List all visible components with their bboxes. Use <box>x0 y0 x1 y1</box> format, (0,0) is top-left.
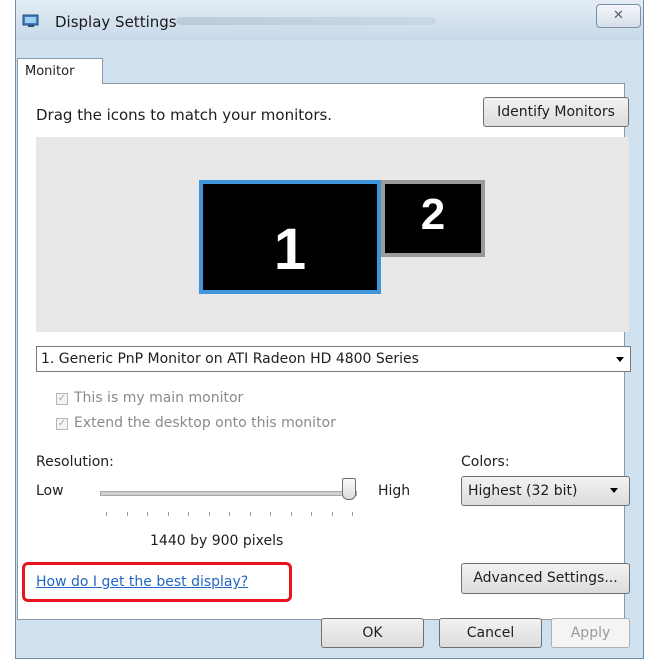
window-title: Display Settings <box>55 13 177 31</box>
display-settings-icon <box>22 14 39 27</box>
slider-tick <box>352 512 353 516</box>
monitor-select-value: 1. Generic PnP Monitor on ATI Radeon HD … <box>41 351 419 367</box>
slider-tick <box>147 512 148 516</box>
screenshot-frame: Display Settings ✕ Monitor Drag the icon… <box>0 0 653 661</box>
resolution-label: Resolution: <box>36 454 114 470</box>
highlight-box <box>22 562 292 602</box>
extend-desktop-label: Extend the desktop onto this monitor <box>74 415 336 431</box>
slider-tick <box>331 512 333 516</box>
monitor-select[interactable]: 1. Generic PnP Monitor on ATI Radeon HD … <box>36 346 631 372</box>
resolution-slider-track[interactable] <box>100 491 357 496</box>
resolution-slider-thumb[interactable] <box>342 478 356 500</box>
tab-monitor[interactable]: Monitor <box>17 58 103 84</box>
resolution-low-label: Low <box>36 483 64 499</box>
monitor-2-icon[interactable]: 2 <box>381 180 485 257</box>
close-button[interactable]: ✕ <box>596 4 641 28</box>
tab-monitor-label: Monitor <box>25 64 75 79</box>
slider-tick <box>188 512 189 516</box>
chevron-down-icon <box>616 357 624 362</box>
slider-tick <box>208 512 210 516</box>
colors-label: Colors: <box>461 454 510 470</box>
identify-monitors-button[interactable]: Identify Monitors <box>483 97 629 127</box>
colors-select-value: Highest (32 bit) <box>468 483 578 499</box>
main-monitor-label: This is my main monitor <box>74 390 244 406</box>
slider-tick <box>126 512 128 516</box>
slider-tick <box>311 512 312 516</box>
apply-button[interactable]: Apply <box>551 618 630 648</box>
advanced-settings-button[interactable]: Advanced Settings... <box>461 563 630 594</box>
colors-select[interactable]: Highest (32 bit) <box>461 476 630 506</box>
monitor-1-icon[interactable]: 1 <box>199 180 381 294</box>
extend-desktop-checkbox[interactable]: ✓ <box>56 418 68 430</box>
main-monitor-checkbox[interactable]: ✓ <box>56 393 68 405</box>
blurred-title-text <box>176 17 436 25</box>
title-bar: Display Settings ✕ <box>16 0 643 40</box>
slider-tick <box>106 512 107 516</box>
cancel-button[interactable]: Cancel <box>439 618 542 648</box>
slider-tick <box>249 512 251 516</box>
chevron-down-icon <box>610 488 618 493</box>
slider-tick <box>290 512 292 516</box>
slider-tick <box>270 512 271 516</box>
close-icon: ✕ <box>613 8 624 23</box>
resolution-high-label: High <box>378 483 411 499</box>
slider-tick <box>167 512 169 516</box>
drag-instruction: Drag the icons to match your monitors. <box>36 106 333 124</box>
slider-tick <box>229 512 230 516</box>
resolution-value: 1440 by 900 pixels <box>150 533 284 549</box>
ok-button[interactable]: OK <box>321 618 424 648</box>
